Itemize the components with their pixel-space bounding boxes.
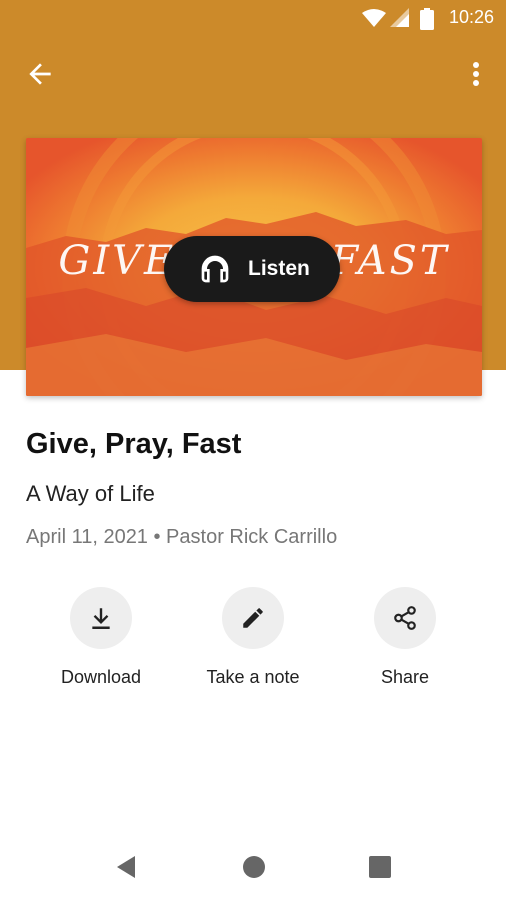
take-note-button-circle[interactable]	[222, 587, 284, 649]
signal-icon	[390, 8, 409, 27]
battery-icon	[420, 8, 434, 30]
take-note-button[interactable]: Take a note	[173, 587, 333, 688]
share-icon	[394, 606, 416, 630]
nav-home-icon[interactable]	[242, 855, 266, 879]
arrow-left-icon	[29, 63, 51, 85]
back-button[interactable]	[24, 58, 56, 90]
download-button-circle[interactable]	[70, 587, 132, 649]
headphones-icon	[201, 255, 229, 283]
nav-recents-icon[interactable]	[369, 856, 391, 878]
sermon-series: A Way of Life	[26, 481, 155, 506]
wifi-icon	[362, 9, 386, 27]
download-label: Download	[60, 667, 142, 687]
sermon-title: Give, Pray, Fast	[26, 428, 242, 460]
take-note-label: Take a note	[206, 667, 300, 687]
system-nav-bar	[0, 836, 506, 900]
listen-label: Listen	[248, 257, 310, 280]
more-vertical-icon	[473, 62, 479, 86]
share-button[interactable]: Share	[325, 587, 485, 688]
status-bar: 10:26	[0, 0, 506, 36]
nav-back-icon[interactable]	[115, 855, 137, 879]
share-button-circle[interactable]	[374, 587, 436, 649]
download-icon	[92, 608, 110, 629]
listen-button[interactable]: Listen	[164, 236, 340, 302]
pencil-icon	[243, 608, 263, 628]
status-time: 10:26	[448, 7, 494, 27]
share-label: Share	[380, 667, 430, 687]
download-button[interactable]: Download	[21, 587, 181, 688]
sermon-date-speaker: April 11, 2021 • Pastor Rick Carrillo	[26, 526, 338, 548]
overflow-menu-button[interactable]	[462, 58, 490, 90]
